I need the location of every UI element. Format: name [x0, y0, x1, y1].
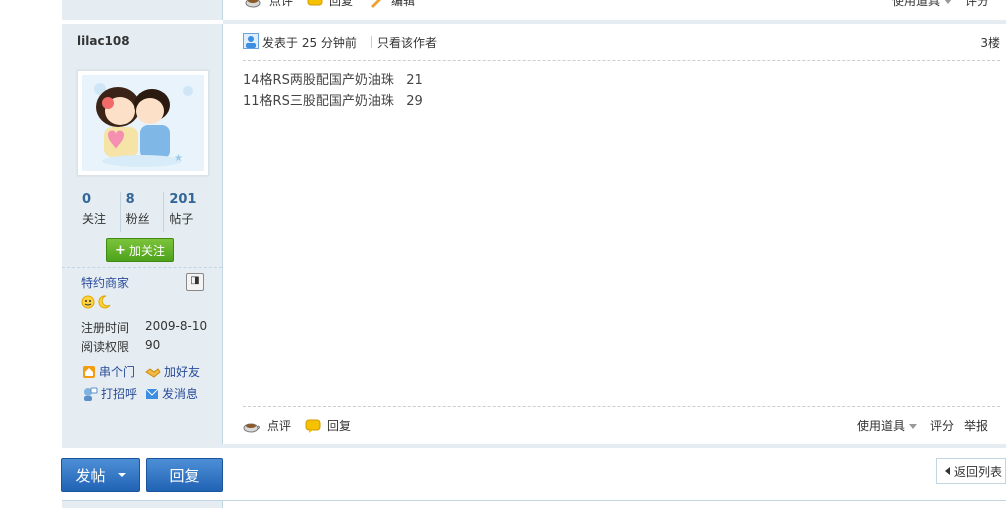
comment-action[interactable]: 点评	[243, 417, 291, 434]
post-time: 发表于 25 分钟前	[262, 36, 357, 50]
rate-action[interactable]: 评分	[930, 417, 954, 434]
add-friend-label: 加好友	[164, 365, 201, 379]
reply-action[interactable]: 回复	[305, 417, 351, 434]
send-message-link[interactable]: 发消息	[145, 385, 198, 402]
reply-label: 回复	[327, 419, 352, 433]
follow-button[interactable]: + 加关注	[106, 238, 174, 262]
reply-button[interactable]: 回复	[146, 458, 223, 492]
medals	[81, 295, 113, 309]
speech-bubble-icon	[305, 419, 321, 433]
post-line: 11格RS三股配国产奶油珠 29	[243, 94, 423, 109]
report-action[interactable]: 举报	[964, 417, 988, 434]
avatar[interactable]: ★	[77, 70, 209, 176]
prev-tools-label: 使用道具	[892, 0, 941, 8]
post-bottom-band	[62, 444, 1006, 448]
header-separator	[371, 36, 372, 48]
author-sidebar: lilac108 ★ 0 关注 8 粉丝 201 帖子 + 加关注 特约商家 ◨…	[62, 24, 223, 444]
avatar-image: ★	[78, 71, 208, 175]
use-tools-action[interactable]: 使用道具	[857, 417, 918, 434]
chevron-down-icon	[944, 0, 953, 4]
qr-code-icon[interactable]: ◨	[186, 273, 204, 291]
envelope-icon	[145, 388, 159, 399]
author-username[interactable]: lilac108	[77, 34, 130, 48]
reply-button-label: 回复	[169, 466, 200, 485]
back-to-list-button[interactable]: 返回列表	[936, 458, 1006, 484]
stat-following-label: 关注	[82, 212, 107, 226]
follow-label: 加关注	[128, 243, 165, 258]
prev-edit-action[interactable]: 编辑	[369, 0, 415, 9]
send-message-label: 发消息	[162, 387, 199, 401]
chevron-down-icon	[117, 473, 126, 477]
previous-sidebar	[62, 0, 223, 20]
visit-home-label: 串个门	[99, 365, 136, 379]
rate-label: 评分	[930, 419, 955, 433]
add-friend-link[interactable]: 加好友	[145, 363, 200, 380]
back-to-list-label: 返回列表	[954, 464, 1003, 479]
author-stats: 0 关注 8 粉丝 201 帖子	[77, 192, 207, 232]
floor-number[interactable]: 3楼	[980, 34, 1000, 51]
speech-bubble-icon	[307, 0, 323, 5]
pencil-icon	[371, 0, 381, 8]
comment-label: 点评	[267, 419, 292, 433]
prev-comment-label: 点评	[269, 0, 294, 8]
moon-icon	[98, 295, 111, 309]
visit-home-link[interactable]: 串个门	[82, 363, 135, 380]
next-post-band	[62, 500, 1006, 508]
info-value: 2009-8-10	[145, 319, 208, 333]
prev-reply-label: 回复	[329, 0, 354, 8]
coffee-cup-icon	[243, 423, 260, 432]
previous-actions: 点评 回复 编辑 使用道具 评分	[223, 0, 1006, 24]
coffee-cup-icon	[245, 0, 261, 7]
sidebar-divider	[62, 267, 222, 268]
prev-comment-action[interactable]: 点评	[245, 0, 293, 9]
post-body: 14格RS两股配国产奶油珠 21 11格RS三股配国产奶油珠 29	[243, 70, 423, 112]
stat-followers-label: 粉丝	[125, 212, 150, 226]
stat-followers-num: 8	[125, 192, 135, 207]
post-line: 14格RS两股配国产奶油珠 21	[243, 73, 423, 88]
info-read-permission: 阅读权限 90	[81, 338, 160, 355]
only-author-link[interactable]: 只看该作者	[377, 34, 437, 51]
stat-following-num: 0	[82, 192, 92, 207]
post-footer: 点评 回复 使用道具 评分 举报	[243, 406, 1000, 445]
stat-followers[interactable]: 8 粉丝	[121, 192, 165, 232]
plus-icon: +	[115, 242, 126, 258]
info-register-date: 注册时间 2009-8-10	[81, 319, 207, 336]
prev-rate-action[interactable]: 评分	[965, 0, 989, 9]
prev-rate-label: 评分	[965, 0, 990, 8]
use-tools-label: 使用道具	[857, 419, 906, 433]
stat-posts-label: 帖子	[169, 212, 194, 226]
prev-tools-action[interactable]: 使用道具	[892, 0, 953, 9]
info-key: 阅读权限	[81, 340, 130, 354]
report-label: 举报	[964, 419, 989, 433]
chevron-down-icon	[909, 424, 918, 429]
stat-posts-num: 201	[169, 192, 197, 207]
prev-edit-label: 编辑	[391, 0, 416, 8]
prev-reply-action[interactable]: 回复	[307, 0, 353, 9]
handshake-icon	[145, 367, 161, 378]
info-value: 90	[145, 338, 161, 352]
home-icon	[83, 365, 95, 378]
previous-post-footer: 点评 回复 编辑 使用道具 评分	[62, 0, 1006, 24]
new-post-label: 发帖	[75, 466, 106, 485]
post-content: 发表于 25 分钟前 只看该作者 3楼 14格RS两股配国产奶油珠 21 11格…	[223, 24, 1006, 444]
post-header: 发表于 25 分钟前 只看该作者 3楼	[243, 33, 1000, 61]
chevron-left-icon	[945, 467, 950, 475]
stat-following[interactable]: 0 关注	[77, 192, 121, 232]
smiley-sun-icon	[81, 295, 95, 309]
greet-link[interactable]: 打招呼	[82, 385, 137, 402]
info-key: 注册时间	[81, 321, 130, 335]
stat-posts[interactable]: 201 帖子	[164, 192, 207, 232]
author-online-icon	[243, 33, 259, 49]
new-post-button[interactable]: 发帖	[61, 458, 140, 492]
user-group[interactable]: 特约商家	[81, 274, 129, 291]
greet-label: 打招呼	[101, 387, 138, 401]
chat-person-icon	[84, 387, 98, 401]
post-3: lilac108 ★ 0 关注 8 粉丝 201 帖子 + 加关注 特约商家 ◨…	[62, 24, 1006, 444]
svg-text:★: ★	[174, 153, 183, 164]
